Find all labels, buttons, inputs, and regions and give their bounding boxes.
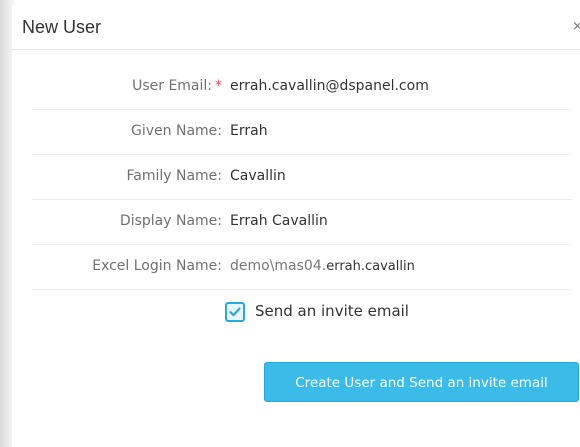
excel-login-label: Excel Login Name: <box>92 258 222 274</box>
window-backdrop: New User × User Email: * errah.cavallin@d… <box>0 0 580 447</box>
given-name-field[interactable]: Errah <box>230 123 268 139</box>
given-name-label: Given Name: <box>131 123 222 139</box>
excel-login-row: Excel Login Name: demo\mas04.errah.caval… <box>32 245 572 290</box>
excel-login-prefix: demo\mas04. <box>230 258 327 274</box>
family-name-label: Family Name: <box>126 168 222 184</box>
email-label: User Email: * <box>132 78 222 94</box>
given-name-row: Given Name: Errah <box>32 110 572 155</box>
create-user-button[interactable]: Create User and Send an invite email <box>264 362 579 402</box>
dialog-title: New User <box>22 17 102 37</box>
excel-login-field[interactable]: demo\mas04.errah.cavallin <box>230 258 415 274</box>
checkmark-icon <box>229 307 241 317</box>
dialog-header: New User × <box>12 6 580 50</box>
new-user-dialog: New User × User Email: * errah.cavallin@d… <box>12 6 580 447</box>
close-icon[interactable]: × <box>572 19 580 35</box>
display-name-label: Display Name: <box>119 213 222 229</box>
email-row: User Email: * errah.cavallin@dspanel.com <box>32 65 572 110</box>
excel-login-suffix: errah.cavallin <box>326 259 415 274</box>
family-name-field[interactable]: Cavallin <box>230 168 286 184</box>
display-name-row: Display Name: Errah Cavallin <box>32 200 572 245</box>
display-name-field[interactable]: Errah Cavallin <box>230 213 328 229</box>
family-name-row: Family Name: Cavallin <box>32 155 572 200</box>
email-label-text: User Email: <box>132 78 212 94</box>
required-marker: * <box>215 78 222 94</box>
send-invite-checkbox[interactable] <box>225 302 245 322</box>
email-field[interactable]: errah.cavallin@dspanel.com <box>230 78 429 94</box>
send-invite-label[interactable]: Send an invite email <box>255 302 409 320</box>
